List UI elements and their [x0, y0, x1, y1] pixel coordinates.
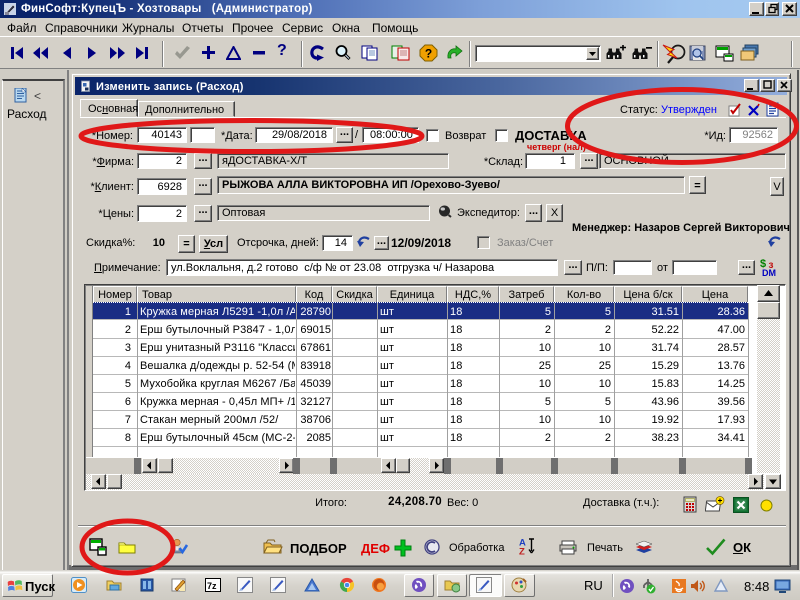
- svg-text:Z: Z: [519, 547, 525, 556]
- svg-text:7z: 7z: [207, 581, 217, 591]
- svg-text:DM: DM: [762, 268, 776, 277]
- svg-text:?: ?: [425, 47, 432, 61]
